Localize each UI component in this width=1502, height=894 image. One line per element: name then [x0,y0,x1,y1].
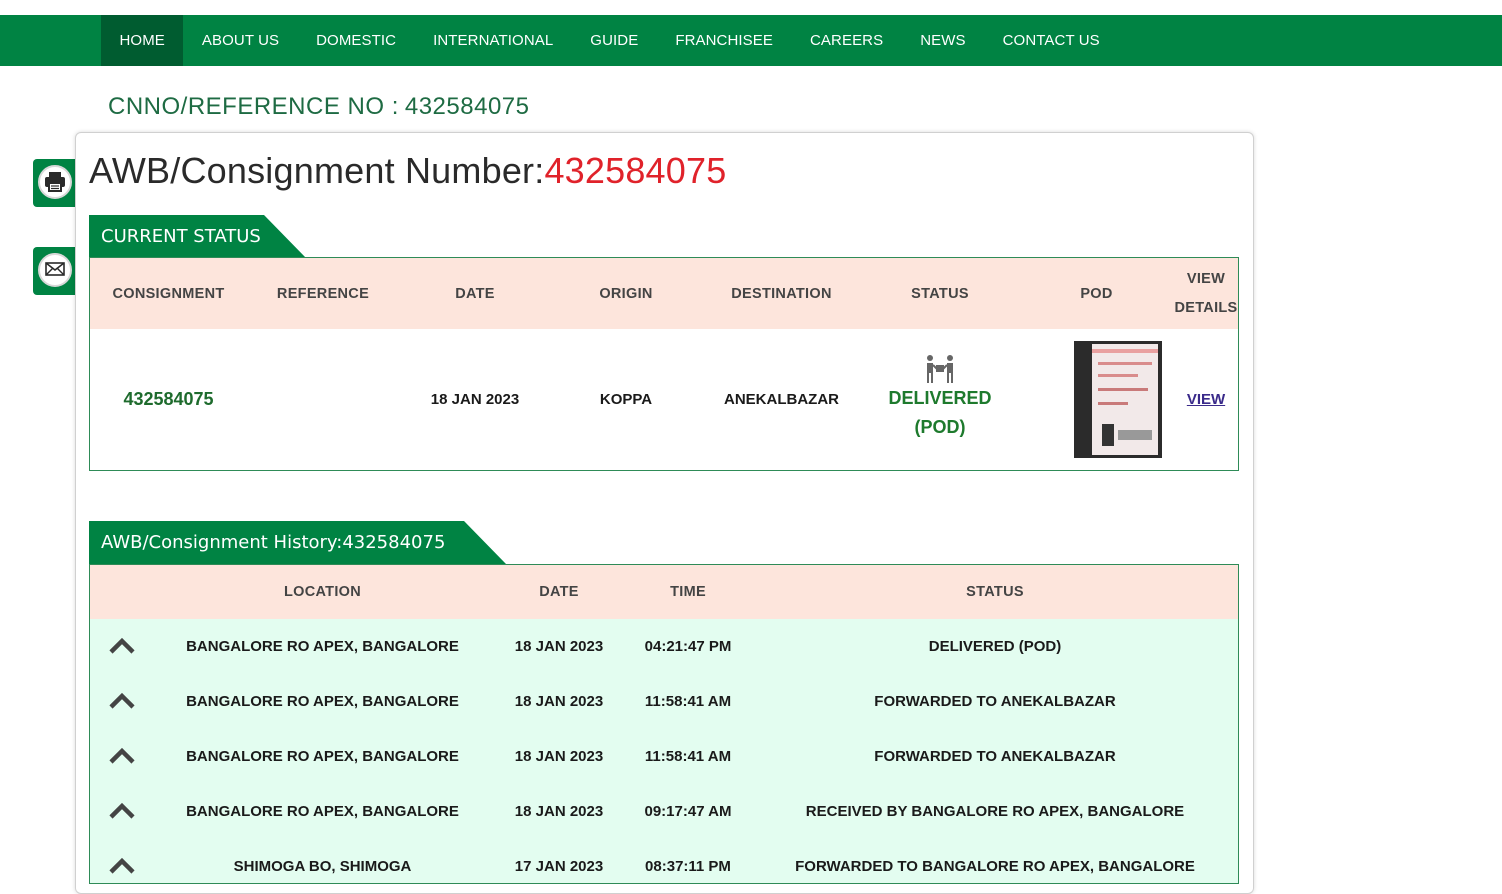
pod-paper-barcode [1102,424,1114,446]
history-status: RECEIVED BY BANGALORE RO APEX, BANGALORE [805,803,1185,820]
chevron-up-icon[interactable] [108,747,136,765]
print-button[interactable] [33,159,75,207]
nav-domestic[interactable]: DOMESTIC [298,15,415,66]
history-location: BANGALORE RO APEX, BANGALORE [186,638,459,655]
col-date: DATE [455,286,495,302]
col-destination: DESTINATION [731,286,832,302]
history-date: 18 JAN 2023 [514,803,604,820]
history-location: SHIMOGA BO, SHIMOGA [233,858,412,875]
view-details-link[interactable]: VIEW [1172,391,1240,408]
status-destination: ANEKALBAZAR [724,391,839,408]
current-status-tab: CURRENT STATUS [89,215,306,258]
awb-number: 432584075 [544,150,727,191]
history-date: 18 JAN 2023 [514,638,604,655]
email-button[interactable] [33,247,75,295]
consignment-number: 432584075 [123,389,214,409]
reference-label: CNNO/REFERENCE NO : [108,93,399,120]
nav-news[interactable]: NEWS [902,15,984,66]
history-time: 11:58:41 AM [644,748,732,765]
nav-guide[interactable]: GUIDE [572,15,657,66]
nav-franchisee[interactable]: FRANCHISEE [657,15,792,66]
history-table: LOCATION DATE TIME STATUS BANGALORE RO A… [89,564,1239,884]
nav-careers[interactable]: CAREERS [792,15,902,66]
pod-paper-line [1098,362,1152,365]
status-date: 18 JAN 2023 [430,391,520,408]
nav-menu: HOME ABOUT US DOMESTIC INTERNATIONAL GUI… [101,15,1118,66]
status-delivered: DELIVERED [888,388,992,408]
history-date: 18 JAN 2023 [514,748,604,765]
history-date: 17 JAN 2023 [514,858,604,875]
chevron-up-icon[interactable] [108,692,136,710]
nav-about-us[interactable]: ABOUT US [183,15,297,66]
history-date: 18 JAN 2023 [514,693,604,710]
pod-paper-stripe [1092,349,1158,353]
reference-value: 432584075 [404,93,530,120]
printer-icon [45,172,65,192]
history-time: 04:21:47 PM [644,638,732,655]
col-view-details-line2: DETAILS [1174,300,1238,316]
chevron-up-icon[interactable] [108,802,136,820]
nav-contact-us[interactable]: CONTACT US [984,15,1118,66]
col-origin: ORIGIN [599,286,653,302]
pod-paper-line [1098,374,1138,377]
history-row: BANGALORE RO APEX, BANGALORE 18 JAN 2023… [90,784,1238,839]
pod-paper-line [1098,388,1148,391]
history-location: BANGALORE RO APEX, BANGALORE [186,803,459,820]
col-reference: REFERENCE [276,286,370,302]
current-status-header: CONSIGNMENT REFERENCE DATE ORIGIN DESTIN… [90,258,1238,329]
history-status: FORWARDED TO BANGALORE RO APEX, BANGALOR… [795,858,1195,875]
status-origin: KOPPA [599,391,653,408]
col-status: STATUS [911,286,969,302]
col-location: LOCATION [283,584,362,600]
current-status-table: CONSIGNMENT REFERENCE DATE ORIGIN DESTIN… [89,257,1239,471]
history-status: DELIVERED (POD) [928,638,1062,655]
top-navigation: HOME ABOUT US DOMESTIC INTERNATIONAL GUI… [0,15,1502,66]
pod-paper-line [1098,402,1128,405]
pod-thumbnail[interactable] [1074,341,1162,458]
history-status: FORWARDED TO ANEKALBAZAR [874,693,1116,710]
history-time: 08:37:11 PM [645,858,731,875]
current-status-row: 432584075 18 JAN 2023 KOPPA ANEKALBAZAR … [90,329,1238,470]
history-time: 11:58:41 AM [644,693,732,710]
col-consignment: CONSIGNMENT [112,286,225,302]
col-history-date: DATE [539,584,579,600]
history-header: LOCATION DATE TIME STATUS [90,565,1238,619]
history-location: BANGALORE RO APEX, BANGALORE [186,748,459,765]
col-view-details-line1: VIEW [1186,271,1226,287]
pod-paper-stamp [1118,430,1152,440]
chevron-up-icon[interactable] [108,857,136,875]
awb-title: AWB/Consignment Number:432584075 [89,150,726,192]
status-pod: (POD) [914,417,966,437]
nav-home[interactable]: HOME [101,15,184,66]
mail-icon [45,262,65,276]
reference-heading: CNNO/REFERENCE NO :432584075 [108,93,530,121]
pod-paper [1092,344,1158,455]
col-pod: POD [1080,286,1113,302]
history-row: BANGALORE RO APEX, BANGALORE 18 JAN 2023… [90,619,1238,674]
delivered-handover-icon [927,355,953,383]
col-history-status: STATUS [966,584,1024,600]
nav-international[interactable]: INTERNATIONAL [415,15,572,66]
history-row: BANGALORE RO APEX, BANGALORE 18 JAN 2023… [90,674,1238,729]
history-row: SHIMOGA BO, SHIMOGA 17 JAN 2023 08:37:11… [90,839,1238,894]
history-tab: AWB/Consignment History:432584075 [89,521,506,564]
col-time: TIME [670,584,706,600]
history-status: FORWARDED TO ANEKALBAZAR [874,748,1116,765]
history-row: BANGALORE RO APEX, BANGALORE 18 JAN 2023… [90,729,1238,784]
awb-label: AWB/Consignment Number: [89,150,545,191]
history-time: 09:17:47 AM [644,803,732,820]
history-location: BANGALORE RO APEX, BANGALORE [186,693,459,710]
chevron-up-icon[interactable] [108,637,136,655]
